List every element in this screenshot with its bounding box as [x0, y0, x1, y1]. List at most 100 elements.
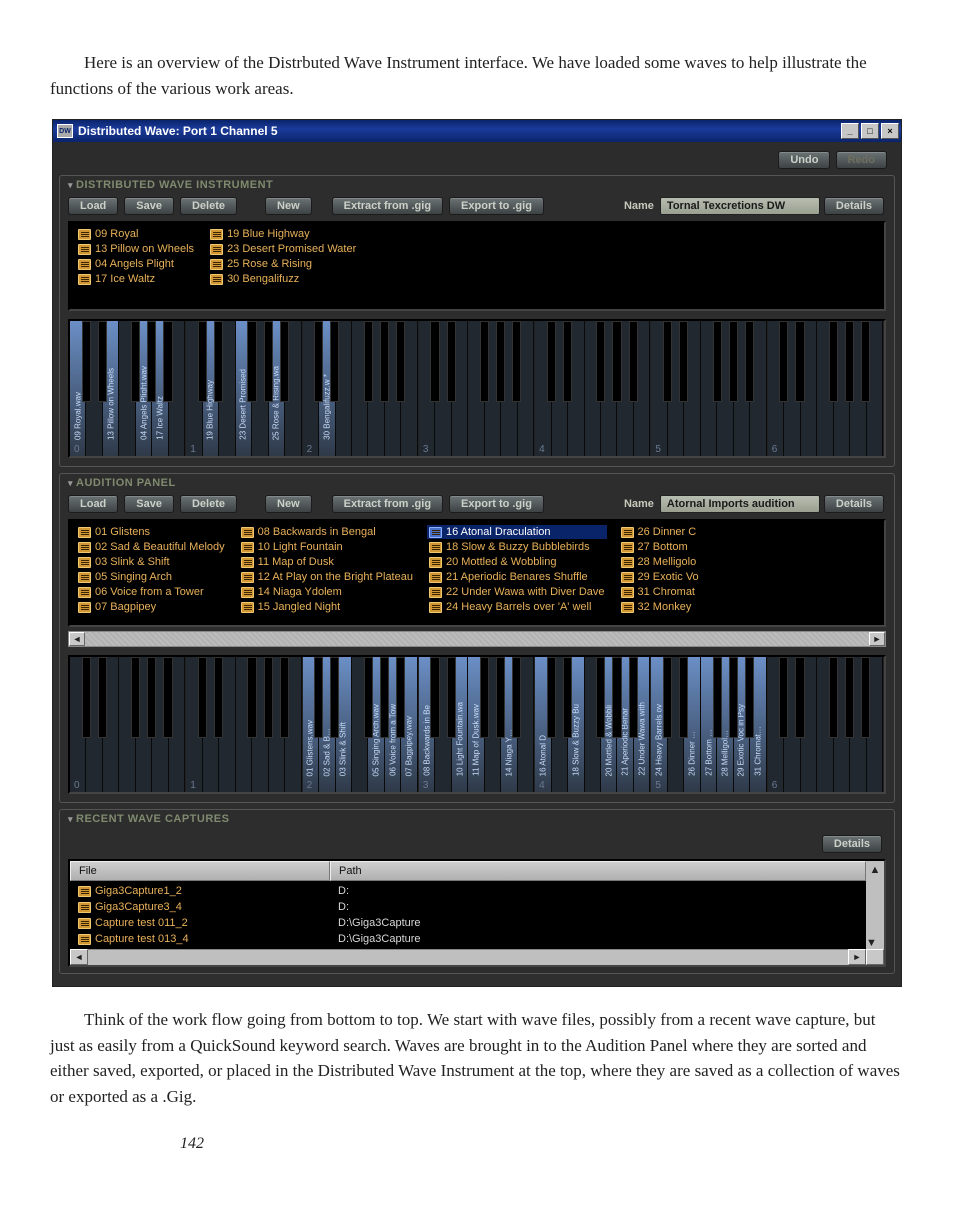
wave-item[interactable]: 23 Desert Promised Water: [208, 242, 358, 256]
capture-scroll-track[interactable]: [88, 949, 848, 965]
wave-item[interactable]: 04 Angels Plight: [76, 257, 196, 271]
piano-key[interactable]: [103, 657, 119, 792]
piano-key[interactable]: [236, 657, 252, 792]
piano-key[interactable]: 14 Niaga Y…: [501, 657, 517, 792]
piano-key[interactable]: [186, 657, 202, 792]
wave-item[interactable]: 19 Blue Highway: [208, 227, 358, 241]
close-button[interactable]: ×: [881, 123, 899, 139]
piano-key[interactable]: [401, 321, 417, 456]
dwi-keyboard[interactable]: 009 Royal.wav13 Pillow on Wheels04 Angel…: [70, 321, 884, 456]
piano-key[interactable]: 02 Sad & B…: [319, 657, 335, 792]
piano-key[interactable]: 26 Dinner …: [684, 657, 700, 792]
piano-key[interactable]: [285, 321, 301, 456]
wave-item[interactable]: 07 Bagpipey: [76, 600, 227, 614]
dwi-delete-button[interactable]: Delete: [180, 197, 237, 215]
wave-item[interactable]: 09 Royal: [76, 227, 196, 241]
piano-key[interactable]: 23 Desert Promised: [236, 321, 252, 456]
piano-key[interactable]: [385, 321, 401, 456]
piano-key[interactable]: [203, 657, 219, 792]
wave-item[interactable]: 20 Mottled & Wobbling: [427, 555, 607, 569]
wave-item[interactable]: 25 Rose & Rising: [208, 257, 358, 271]
piano-key[interactable]: [252, 321, 268, 456]
piano-key[interactable]: [70, 657, 86, 792]
wave-item[interactable]: 06 Voice from a Tower: [76, 585, 227, 599]
audition-keyboard[interactable]: 01201 Glistens.wav02 Sad & B…03 Slink & …: [70, 657, 884, 792]
scroll-left-icon[interactable]: ◄: [69, 632, 85, 646]
piano-key[interactable]: [352, 321, 368, 456]
wave-item[interactable]: 01 Glistens: [76, 525, 227, 539]
piano-key[interactable]: [634, 321, 650, 456]
piano-key[interactable]: [86, 321, 102, 456]
wave-item[interactable]: 10 Light Fountain: [239, 540, 415, 554]
piano-key[interactable]: 20 Mottled & Wobbli: [601, 657, 617, 792]
piano-key[interactable]: [285, 657, 301, 792]
scroll-down-icon[interactable]: ▼: [866, 937, 884, 949]
piano-key[interactable]: [219, 657, 235, 792]
undo-button[interactable]: Undo: [778, 151, 830, 169]
wave-item[interactable]: 28 Melligolo: [619, 555, 709, 569]
wave-item[interactable]: 30 Bengalifuzz: [208, 272, 358, 286]
dwi-name-field[interactable]: Tornal Texcretions DW: [660, 197, 820, 215]
piano-key[interactable]: [303, 321, 319, 456]
piano-key[interactable]: [552, 321, 568, 456]
aud-details-button[interactable]: Details: [824, 495, 884, 513]
dwi-load-button[interactable]: Load: [68, 197, 118, 215]
wave-item[interactable]: 31 Chromat: [619, 585, 709, 599]
piano-key[interactable]: [435, 657, 451, 792]
wave-item[interactable]: 24 Heavy Barrels over 'A' well: [427, 600, 607, 614]
piano-key[interactable]: [119, 657, 135, 792]
piano-key[interactable]: [867, 657, 883, 792]
table-row[interactable]: Giga3Capture3_4D:: [70, 899, 866, 915]
piano-key[interactable]: 24 Heavy Barrels ov: [651, 657, 667, 792]
audition-wave-list[interactable]: 01 Glistens02 Sad & Beautiful Melody03 S…: [68, 519, 886, 627]
piano-key[interactable]: [834, 657, 850, 792]
table-row[interactable]: Capture test 011_2D:\Giga3Capture: [70, 915, 866, 931]
col-path[interactable]: Path: [330, 861, 866, 881]
capture-v-scrollbar[interactable]: ▲ ▼: [866, 861, 884, 949]
dwi-extract-button[interactable]: Extract from .gig: [332, 197, 443, 215]
piano-key[interactable]: [368, 321, 384, 456]
piano-key[interactable]: [86, 657, 102, 792]
aud-export-button[interactable]: Export to .gig: [449, 495, 544, 513]
piano-key[interactable]: 28 Melligol…: [717, 657, 733, 792]
aud-load-button[interactable]: Load: [68, 495, 118, 513]
piano-key[interactable]: 22 Under Wawa with: [634, 657, 650, 792]
dwi-wave-list[interactable]: 09 Royal13 Pillow on Wheels04 Angels Pli…: [68, 221, 886, 311]
aud-new-button[interactable]: New: [265, 495, 312, 513]
piano-key[interactable]: [568, 321, 584, 456]
wave-item[interactable]: 17 Ice Waltz: [76, 272, 196, 286]
minimize-button[interactable]: _: [841, 123, 859, 139]
piano-key[interactable]: [119, 321, 135, 456]
table-row[interactable]: Giga3Capture1_2D:: [70, 883, 866, 899]
piano-key[interactable]: [850, 321, 866, 456]
piano-key[interactable]: [585, 657, 601, 792]
piano-key[interactable]: [701, 321, 717, 456]
piano-key[interactable]: 09 Royal.wav: [70, 321, 86, 456]
piano-key[interactable]: [684, 321, 700, 456]
piano-key[interactable]: [501, 321, 517, 456]
aud-delete-button[interactable]: Delete: [180, 495, 237, 513]
scroll-up-icon[interactable]: ▲: [866, 861, 884, 879]
piano-key[interactable]: [834, 321, 850, 456]
dwi-new-button[interactable]: New: [265, 197, 312, 215]
wave-item[interactable]: 21 Aperiodic Benares Shuffle: [427, 570, 607, 584]
wave-item[interactable]: 29 Exotic Vo: [619, 570, 709, 584]
aud-extract-button[interactable]: Extract from .gig: [332, 495, 443, 513]
aud-save-button[interactable]: Save: [124, 495, 174, 513]
piano-key[interactable]: [801, 321, 817, 456]
piano-key[interactable]: 19 Blue Highway: [203, 321, 219, 456]
capture-scroll-right-icon[interactable]: ►: [848, 949, 866, 965]
wave-item[interactable]: 16 Atonal Draculation: [427, 525, 607, 539]
piano-key[interactable]: [269, 657, 285, 792]
piano-key[interactable]: [784, 657, 800, 792]
piano-key[interactable]: [252, 657, 268, 792]
piano-key[interactable]: 05 Singing Arch.wav: [368, 657, 384, 792]
piano-key[interactable]: 10 Light Fountain.wa: [452, 657, 468, 792]
piano-key[interactable]: [485, 321, 501, 456]
piano-key[interactable]: 16 Atonal D: [535, 657, 551, 792]
dwi-export-button[interactable]: Export to .gig: [449, 197, 544, 215]
wave-item[interactable]: 08 Backwards in Bengal: [239, 525, 415, 539]
piano-key[interactable]: [617, 321, 633, 456]
piano-key[interactable]: [136, 657, 152, 792]
wave-item[interactable]: 32 Monkey: [619, 600, 709, 614]
